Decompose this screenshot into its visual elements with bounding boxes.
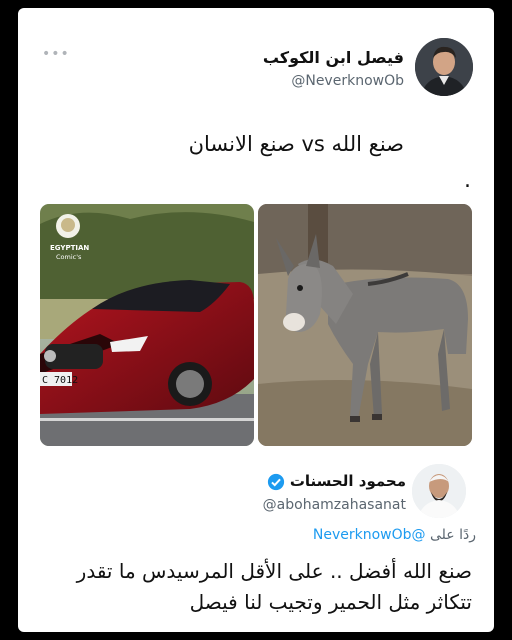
- reply-author-avatar[interactable]: [412, 464, 466, 518]
- donkey-image[interactable]: [258, 204, 472, 446]
- reply-text: صنع الله أفضل .. على الأقل المرسيدس ما ت…: [76, 559, 472, 614]
- reply-to-handle[interactable]: @NeverknowOb: [313, 527, 426, 543]
- car-image[interactable]: C 7012 EGYPTIAN Comic's: [40, 204, 254, 446]
- tweet-dot: .: [464, 168, 471, 193]
- replying-to: ردًا على @NeverknowOb: [313, 527, 476, 543]
- author-avatar[interactable]: [415, 38, 473, 96]
- license-plate: C 7012: [42, 375, 78, 386]
- reply-to-prefix: ردًا على: [430, 527, 476, 543]
- author-name[interactable]: فيصل ابن الكوكب: [263, 48, 404, 67]
- reply-author-name-row[interactable]: محمود الحسنات: [263, 472, 406, 491]
- reply-author-name[interactable]: محمود الحسنات: [290, 472, 406, 490]
- verified-badge-icon: [267, 473, 284, 490]
- tweet-card: ••• فيصل ابن الكوكب @NeverknowOb صنع الل…: [18, 8, 494, 632]
- watermark-line2: Comic's: [56, 253, 82, 261]
- watermark-line1: EGYPTIAN: [50, 244, 89, 252]
- tweet-text: صنع الله vs صنع الانسان: [188, 132, 404, 156]
- more-options-icon[interactable]: •••: [42, 46, 70, 62]
- author-handle[interactable]: @NeverknowOb: [291, 73, 404, 89]
- reply-author-handle[interactable]: @abohamzahasanat: [263, 497, 406, 513]
